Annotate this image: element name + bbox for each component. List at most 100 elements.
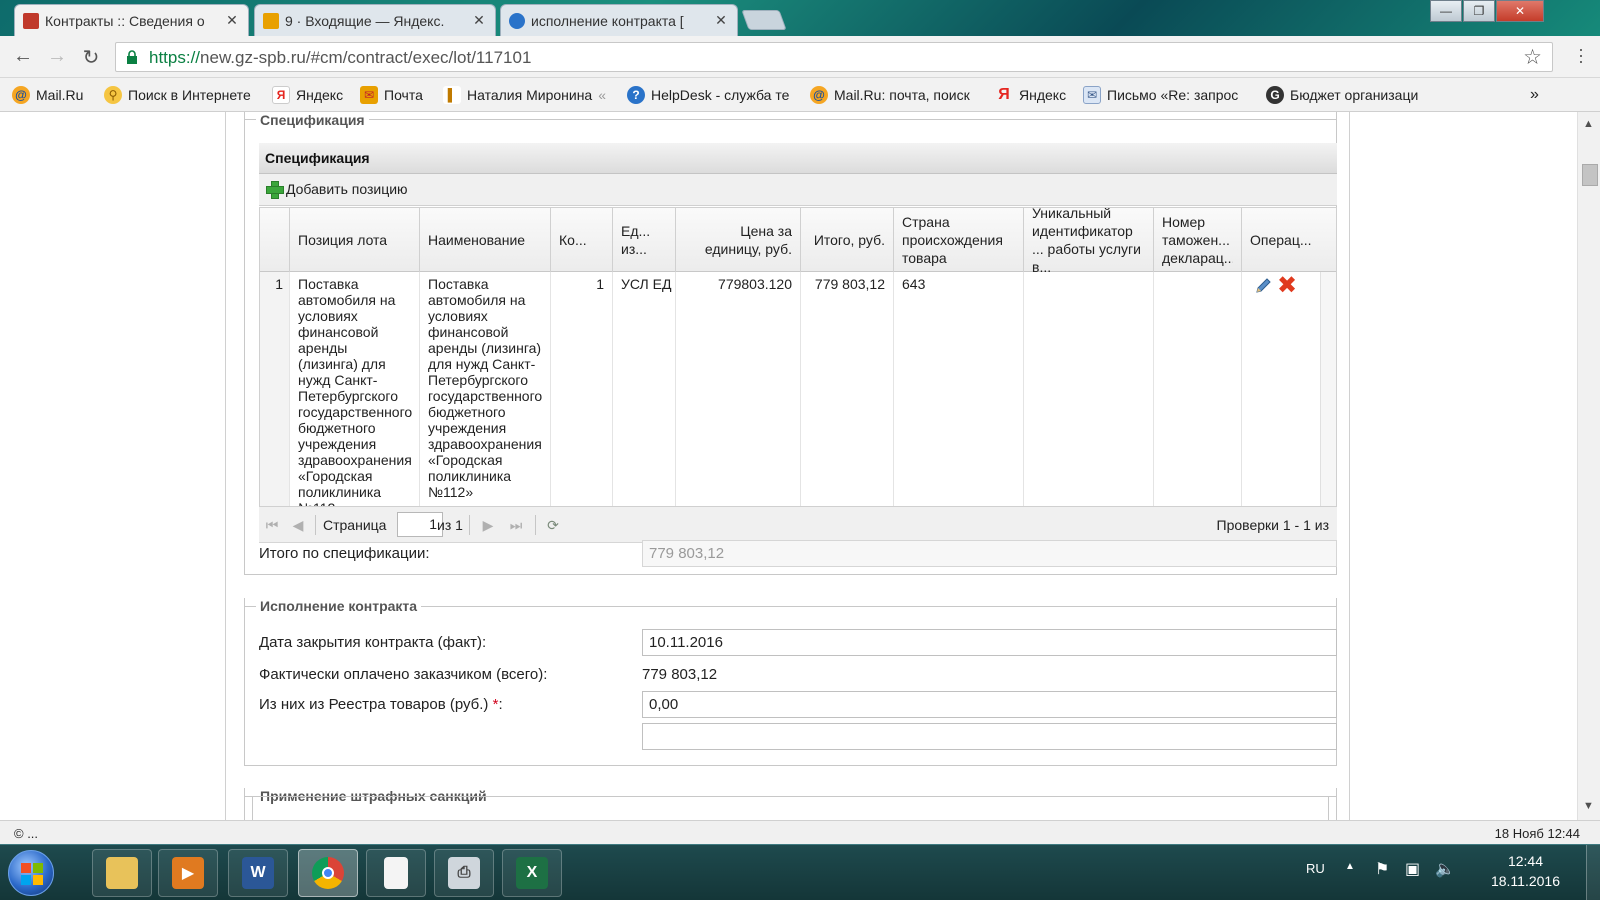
taskbar-excel[interactable]: X: [502, 849, 562, 897]
close-icon[interactable]: ✕: [224, 12, 240, 29]
scroll-up-icon[interactable]: ▲: [1583, 118, 1594, 130]
bookmark-mailru-mail[interactable]: @ Mail.Ru: почта, поиск: [810, 86, 982, 104]
mailru-icon: @: [810, 86, 828, 104]
tab-contracts[interactable]: Контракты :: Сведения о ✕: [14, 4, 249, 36]
tab-title: 9 · Входящие — Яндекс.: [285, 12, 445, 29]
taskbar-chrome[interactable]: [298, 849, 358, 897]
registry-field[interactable]: 0,00: [642, 691, 1337, 718]
extra-field[interactable]: [642, 723, 1337, 750]
column-header-price[interactable]: Цена за единицу, руб.: [676, 208, 801, 272]
app-status-bar: © ... 18 Нояб 12:44: [0, 820, 1600, 844]
page-label: Страница: [323, 517, 387, 533]
lock-icon: [127, 50, 137, 64]
maximize-button[interactable]: ❐: [1463, 0, 1495, 22]
column-header-country[interactable]: Страна происхождения товара: [894, 208, 1024, 272]
tab-contract-execution[interactable]: исполнение контракта [ ✕: [500, 4, 738, 36]
column-header-position[interactable]: Позиция лота: [290, 208, 420, 272]
taskbar-media-player[interactable]: ▶: [158, 849, 218, 897]
back-arrow-icon[interactable]: ←: [10, 45, 36, 68]
last-page-icon[interactable]: ⏭: [507, 516, 525, 534]
forward-arrow-icon[interactable]: →: [44, 45, 70, 68]
grid-scrollbar[interactable]: [1320, 272, 1336, 506]
status-datetime: 18 Нояб 12:44: [1494, 826, 1580, 841]
registry-label: Из них из Реестра товаров (руб.) *:: [259, 696, 503, 713]
help-icon: [509, 12, 525, 29]
start-button[interactable]: [8, 850, 54, 896]
window-close-button[interactable]: ✕: [1496, 0, 1544, 22]
cell-unit: УСЛ ЕД: [613, 272, 676, 506]
google-icon: G: [1266, 86, 1284, 104]
paid-value: 779 803,12: [642, 666, 718, 683]
letter-icon: ✉: [1083, 86, 1101, 104]
media-player-icon: ▶: [172, 857, 204, 889]
show-desktop-button[interactable]: [1586, 845, 1600, 900]
tray-expand-icon[interactable]: ▲: [1345, 861, 1355, 872]
scroll-thumb[interactable]: [1582, 164, 1598, 186]
bookmarks-more-button[interactable]: »: [1530, 86, 1539, 104]
column-header-name[interactable]: Наименование: [420, 208, 551, 272]
bookmark-mailru[interactable]: @ Mail.Ru: [12, 86, 94, 104]
taskbar-printer[interactable]: ⎙: [434, 849, 494, 897]
bookmark-pochta[interactable]: ✉ Почта: [360, 86, 436, 104]
cell-total: 779 803,12: [801, 272, 894, 506]
cell-uid: [1024, 272, 1154, 506]
execution-legend: Исполнение контракта: [256, 598, 422, 614]
volume-muted-icon[interactable]: 🔈: [1435, 859, 1455, 879]
column-header-uid[interactable]: Уникальный идентификатор ... работы услу…: [1024, 208, 1154, 272]
bookmark-yandex[interactable]: Я Яндекс: [272, 86, 352, 104]
taskbar-clock[interactable]: 12:44 18.11.2016: [1491, 851, 1560, 891]
delete-x-icon[interactable]: ✖: [1277, 274, 1297, 298]
plus-icon: [265, 180, 284, 199]
language-indicator[interactable]: RU: [1306, 861, 1325, 876]
action-center-icon[interactable]: ⚑: [1375, 859, 1389, 879]
add-position-button[interactable]: Добавить позицию: [265, 180, 408, 199]
bookmark-letter[interactable]: ✉ Письмо «Re: запрос: [1083, 86, 1255, 104]
taskbar-word[interactable]: W: [228, 849, 288, 897]
menu-dots-icon[interactable]: · · ·: [1578, 40, 1584, 70]
page-scrollbar[interactable]: ▲ ▼: [1577, 112, 1600, 820]
bar-icon: ▌: [443, 86, 461, 104]
help-icon: ?: [627, 86, 645, 104]
first-page-icon[interactable]: ⏮: [263, 516, 281, 534]
new-tab-button[interactable]: [741, 10, 787, 30]
bookmark-helpdesk[interactable]: ? HelpDesk - служба те: [627, 86, 797, 104]
refresh-icon[interactable]: ⟳: [544, 516, 562, 534]
status-copyright: © ...: [14, 826, 39, 841]
column-header-qty[interactable]: Ко...: [551, 208, 613, 272]
taskbar-notepad[interactable]: [366, 849, 426, 897]
bookmark-natalia[interactable]: ▌ Наталия Миронина «: [443, 86, 613, 104]
address-bar[interactable]: https://new.gz-spb.ru/#cm/contract/exec/…: [115, 42, 1553, 72]
url-text: https://new.gz-spb.ru/#cm/contract/exec/…: [149, 48, 532, 67]
column-header-operations[interactable]: Операц...: [1242, 208, 1336, 272]
bookmark-star-icon[interactable]: ☆: [1523, 45, 1542, 70]
printer-icon: ⎙: [448, 857, 480, 889]
column-header-total[interactable]: Итого, руб.: [801, 208, 894, 272]
scroll-down-icon[interactable]: ▼: [1583, 800, 1594, 812]
chrome-icon: [312, 857, 344, 889]
cell-operations: ✖: [1242, 272, 1320, 506]
reload-icon[interactable]: ↻: [78, 45, 104, 70]
penalty-panel: [252, 796, 1329, 820]
close-icon[interactable]: ✕: [471, 12, 487, 29]
table-row[interactable]: 1 Поставка автомобиля на условиях финанс…: [260, 272, 1320, 506]
edit-pencil-icon[interactable]: [1254, 277, 1272, 295]
column-header-customs[interactable]: Номер таможен... декларац...: [1154, 208, 1242, 272]
next-page-icon[interactable]: ▶: [479, 516, 497, 534]
taskbar-explorer[interactable]: [92, 849, 152, 897]
cell-price: 779803.120: [676, 272, 801, 506]
cell-position: Поставка автомобиля на условиях финансов…: [290, 272, 420, 506]
close-icon[interactable]: ✕: [713, 12, 729, 29]
bookmark-search-web[interactable]: ⚲ Поиск в Интернете: [104, 86, 264, 104]
prev-page-icon[interactable]: ◀: [289, 516, 307, 534]
page-of-label: из 1: [437, 517, 463, 533]
yandex-letter-icon: Я: [998, 86, 1010, 103]
network-icon[interactable]: ▣: [1405, 859, 1420, 879]
minimize-button[interactable]: —: [1430, 0, 1462, 22]
bookmark-yandex-2[interactable]: Я Яндекс: [995, 86, 1075, 104]
column-header-unit[interactable]: Ед... из...: [613, 208, 676, 272]
windows-logo-icon: [21, 863, 43, 885]
close-date-field[interactable]: 10.11.2016: [642, 629, 1337, 656]
bookmark-budget[interactable]: G Бюджет организаци: [1266, 86, 1438, 104]
tab-yandex-mail[interactable]: 9 · Входящие — Яндекс. ✕: [254, 4, 496, 36]
row-number: 1: [260, 272, 290, 506]
